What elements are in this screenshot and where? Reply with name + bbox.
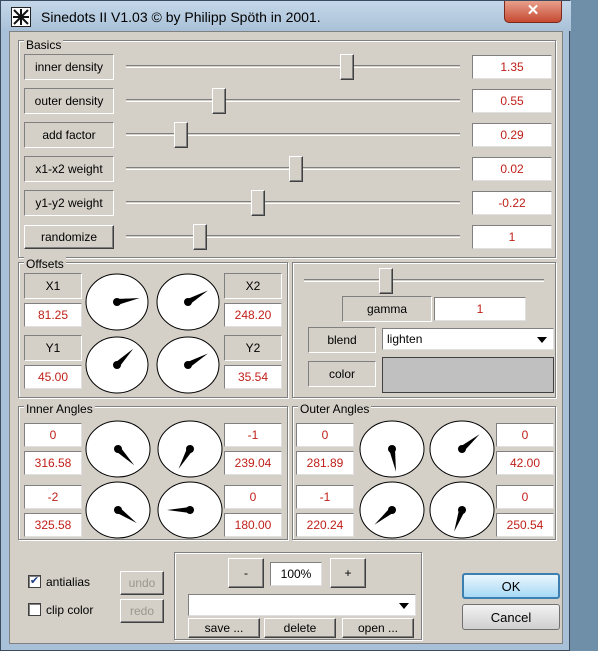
outer-angle-dial[interactable]	[359, 420, 425, 478]
dial-hub	[114, 445, 122, 453]
clip-color-label: clip color	[46, 603, 94, 617]
dial-hub	[458, 445, 466, 453]
cancel-button[interactable]: Cancel	[462, 604, 560, 630]
outer-angle-dial[interactable]	[359, 481, 425, 539]
app-icon	[11, 7, 31, 27]
clip-color-checkbox[interactable]	[28, 603, 41, 616]
inner-angle-dial[interactable]	[85, 481, 151, 539]
offset-y1-dial[interactable]	[85, 336, 149, 394]
save-button[interactable]: save ...	[188, 618, 260, 638]
inner-angle-dial[interactable]	[157, 481, 223, 539]
dial-hub	[113, 361, 121, 369]
zoom-in-button[interactable]: +	[330, 558, 366, 588]
dial-hub	[388, 445, 396, 453]
title-bar[interactable]: Sinedots II V1.03 © by Philipp Spöth in …	[1, 1, 571, 31]
preset-dropdown[interactable]	[188, 594, 416, 616]
zoom-out-button[interactable]: -	[228, 558, 264, 588]
chevron-down-icon	[399, 603, 409, 609]
dial-hub	[113, 298, 121, 306]
delete-button[interactable]: delete	[264, 618, 336, 638]
window-title: Sinedots II V1.03 © by Philipp Spöth in …	[41, 9, 321, 25]
redo-button[interactable]: redo	[120, 599, 164, 623]
close-button[interactable]: ✕	[504, 1, 562, 23]
offset-y2-dial[interactable]	[156, 336, 220, 394]
client-area: Basics inner density 1.35 outer density 0.5…	[9, 31, 563, 644]
outer-angle-dial[interactable]	[429, 481, 495, 539]
antialias-checkbox[interactable]: ✔	[28, 575, 41, 588]
offset-x1-dial[interactable]	[85, 273, 149, 331]
dial-hub	[186, 445, 194, 453]
zoom-value[interactable]: 100%	[270, 562, 322, 586]
dial-hub	[458, 506, 466, 514]
app-window: Sinedots II V1.03 © by Philipp Spöth in …	[0, 0, 571, 651]
offset-x2-dial[interactable]	[156, 273, 220, 331]
inner-angle-dial[interactable]	[85, 420, 151, 478]
dial-hub	[186, 506, 194, 514]
antialias-label: antialias	[46, 575, 91, 589]
undo-button[interactable]: undo	[120, 571, 164, 595]
dial-hub	[184, 298, 192, 306]
dial-hub	[388, 506, 396, 514]
outer-angle-dial[interactable]	[429, 420, 495, 478]
open-button[interactable]: open ...	[342, 618, 414, 638]
dial-hub	[184, 361, 192, 369]
inner-angle-dial[interactable]	[157, 420, 223, 478]
ok-button[interactable]: OK	[462, 573, 560, 599]
dial-hub	[114, 506, 122, 514]
